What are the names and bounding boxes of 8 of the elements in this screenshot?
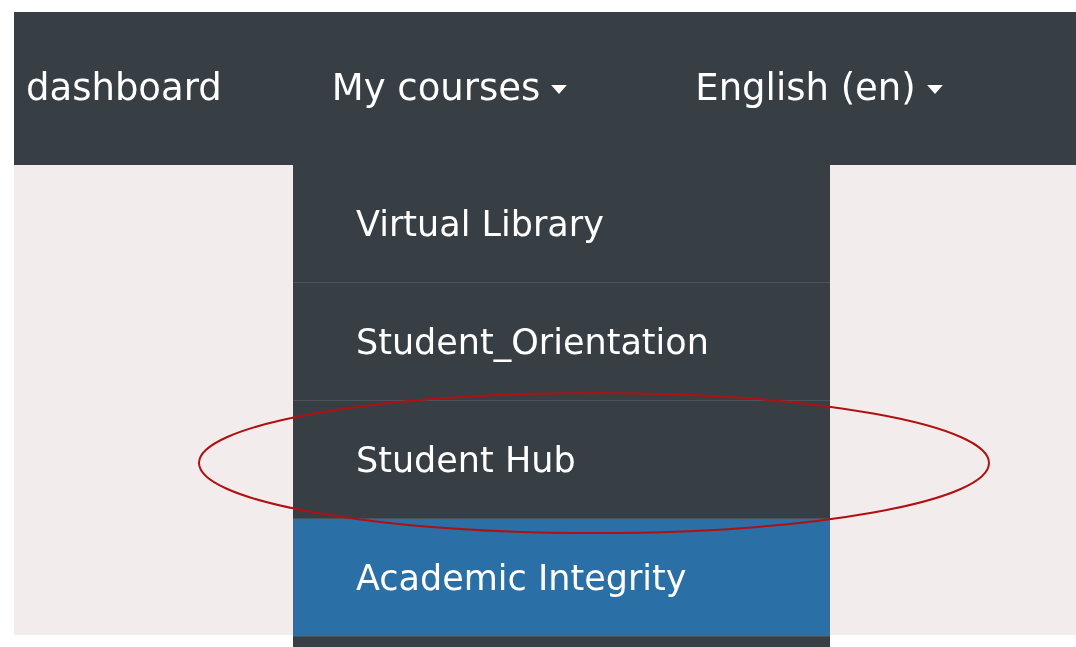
menu-item[interactable]: Virtual Library <box>293 165 830 283</box>
dropdown-toggle[interactable]: English (en) <box>595 66 971 109</box>
menu-item[interactable]: Academic Integrity <box>293 519 830 637</box>
caret-icon <box>925 85 944 94</box>
caret-icon <box>550 85 569 94</box>
dropdown-toggle[interactable]: My courses <box>231 66 596 109</box>
menu-item[interactable]: Student_Orientation <box>293 283 830 401</box>
nav-link[interactable]: dashboard <box>14 66 232 109</box>
